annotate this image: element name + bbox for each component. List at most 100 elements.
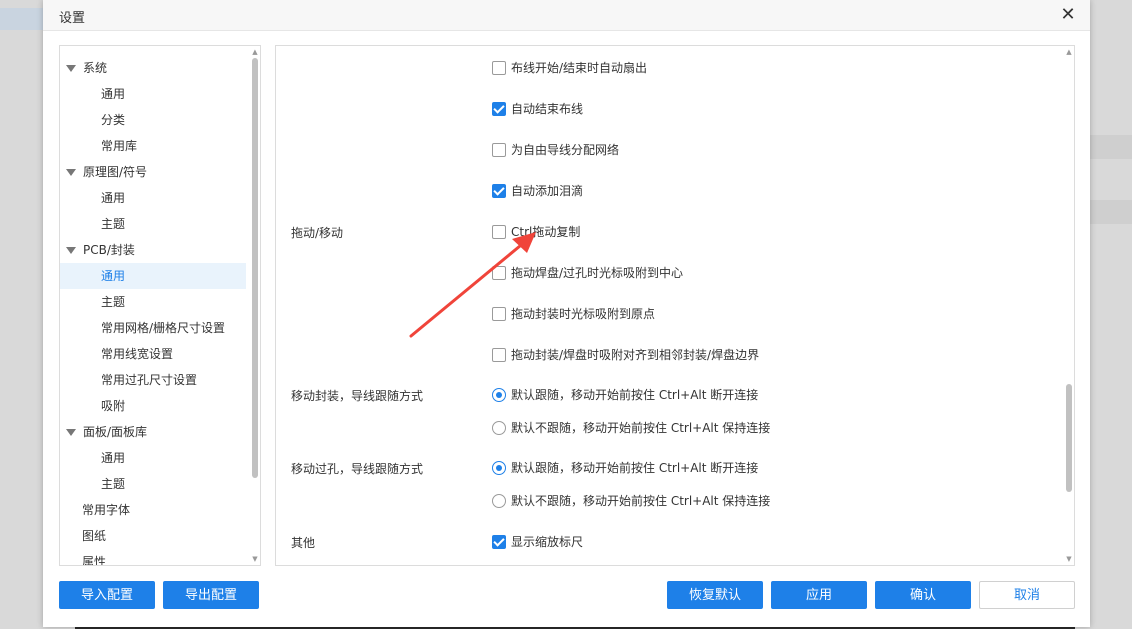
tree-item[interactable]: 常用字体 (60, 497, 246, 523)
tree-item[interactable]: 吸附 (60, 393, 246, 419)
tree-item[interactable]: 面板/面板库 (60, 419, 246, 445)
option-label: 自动添加泪滴 (511, 184, 584, 198)
tree-item[interactable]: 分类 (60, 107, 246, 133)
tree-item-label: 主题 (101, 217, 126, 231)
tree-item[interactable]: 通用 (60, 263, 246, 289)
tree-item[interactable]: 图纸 (60, 523, 246, 549)
tree-item[interactable]: 通用 (60, 185, 246, 211)
checkbox-option[interactable]: 自动结束布线 (492, 99, 583, 119)
tree-item-label: 吸附 (101, 399, 126, 413)
checkbox[interactable] (492, 142, 506, 157)
section-label: 其他 (291, 536, 316, 550)
settings-dialog: 设置 ✕ 系统 通用 分类 常用库 原理图/符号 通用 主题 PCB/封装 通用 主题 常用网格/栅… (43, 0, 1090, 627)
checkbox-option[interactable]: Ctrl拖动复制 (492, 222, 580, 242)
caret-down-icon[interactable] (66, 429, 76, 436)
option-label: 拖动封装/焊盘时吸附对齐到相邻封装/焊盘边界 (511, 348, 760, 362)
scroll-up-icon[interactable]: ▲ (251, 48, 259, 56)
radio-button[interactable] (492, 387, 506, 402)
checkbox[interactable] (492, 265, 506, 280)
checkbox-option[interactable]: 拖动封装时光标吸附到原点 (492, 304, 655, 324)
tree-item[interactable]: 通用 (60, 81, 246, 107)
option-label: 拖动封装时光标吸附到原点 (511, 307, 656, 321)
caret-down-icon[interactable] (66, 169, 76, 176)
checkbox-option[interactable]: 自动添加泪滴 (492, 181, 583, 201)
tree-item[interactable]: 通用 (60, 445, 246, 471)
option-label: 默认跟随，移动开始前按住 Ctrl+Alt 断开连接 (511, 461, 759, 475)
settings-tree-panel: 系统 通用 分类 常用库 原理图/符号 通用 主题 PCB/封装 通用 主题 常用网格/栅格尺寸设置… (59, 45, 261, 566)
tree-item[interactable]: 常用库 (60, 133, 246, 159)
checkbox-option[interactable]: 显示缩放标尺 (492, 532, 583, 552)
scroll-down-icon[interactable]: ▼ (1065, 555, 1073, 563)
content-scrollbar-thumb[interactable] (1066, 384, 1072, 492)
caret-down-icon[interactable] (66, 247, 76, 254)
dialog-title: 设置 (59, 11, 86, 26)
checkbox[interactable] (492, 306, 506, 321)
radio-button[interactable] (492, 460, 506, 475)
tree-item-label: 通用 (101, 87, 126, 101)
tree-item[interactable]: 主题 (60, 211, 246, 237)
checkbox[interactable] (492, 224, 506, 239)
checkbox-option[interactable]: 拖动封装/焊盘时吸附对齐到相邻封装/焊盘边界 (492, 345, 759, 365)
checkbox[interactable] (492, 60, 506, 75)
setting-row: 自动添加泪滴 (276, 181, 1074, 201)
setting-row: 默认不跟随，移动开始前按住 Ctrl+Alt 保持连接 (276, 491, 1074, 511)
option-label: 默认不跟随，移动开始前按住 Ctrl+Alt 保持连接 (511, 421, 771, 435)
tree-item-label: 常用过孔尺寸设置 (101, 373, 198, 387)
tree-item[interactable]: 主题 (60, 471, 246, 497)
checkbox-option[interactable]: 拖动焊盘/过孔时光标吸附到中心 (492, 263, 683, 283)
option-label: 拖动焊盘/过孔时光标吸附到中心 (511, 266, 684, 280)
tree-item[interactable]: 常用线宽设置 (60, 341, 246, 367)
tree-item-label: 通用 (101, 269, 126, 283)
setting-row: 布线开始/结束时自动扇出 (276, 58, 1074, 78)
tree-item[interactable]: 常用过孔尺寸设置 (60, 367, 246, 393)
scroll-up-icon[interactable]: ▲ (1065, 48, 1073, 56)
radio-button[interactable] (492, 420, 506, 435)
checkbox-option[interactable]: 布线开始/结束时自动扇出 (492, 58, 647, 78)
tree-item-label: 系统 (83, 61, 108, 75)
scroll-down-icon[interactable]: ▼ (251, 555, 259, 563)
checkbox-option[interactable]: 为自由导线分配网络 (492, 140, 619, 160)
tree-item[interactable]: 属性 (60, 549, 246, 566)
checkbox[interactable] (492, 347, 506, 362)
tree-item[interactable]: 主题 (60, 289, 246, 315)
checkbox[interactable] (492, 183, 506, 198)
tree-item[interactable]: PCB/封装 (60, 237, 246, 263)
restore-defaults-button[interactable]: 恢复默认 (667, 581, 763, 609)
checkbox[interactable] (492, 534, 506, 549)
section-label: 移动过孔，导线跟随方式 (291, 462, 424, 476)
background-app-strip (1090, 200, 1132, 224)
radio-option[interactable]: 默认跟随，移动开始前按住 Ctrl+Alt 断开连接 (492, 385, 758, 405)
content-scrollbar[interactable]: ▲ ▼ (1065, 48, 1073, 563)
tree-item-label: 常用库 (101, 139, 138, 153)
background-app-strip (1090, 135, 1132, 159)
caret-down-icon[interactable] (66, 65, 76, 72)
close-icon[interactable]: ✕ (1058, 5, 1078, 25)
radio-option[interactable]: 默认不跟随，移动开始前按住 Ctrl+Alt 保持连接 (492, 491, 770, 511)
tree-item[interactable]: 系统 (60, 55, 246, 81)
setting-row: 其他 显示缩放标尺 (276, 532, 1074, 552)
background-app-strip (0, 8, 44, 30)
apply-button[interactable]: 应用 (771, 581, 867, 609)
tree-item-label: 属性 (82, 555, 107, 566)
tree-item-label: PCB/封装 (83, 243, 135, 257)
export-config-button[interactable]: 导出配置 (163, 581, 259, 609)
tree-scrollbar[interactable]: ▲ ▼ (251, 48, 259, 563)
tree-item-label: 原理图/符号 (83, 165, 148, 179)
tree-item-label: 主题 (101, 477, 126, 491)
radio-option[interactable]: 默认跟随，移动开始前按住 Ctrl+Alt 断开连接 (492, 458, 758, 478)
import-config-button[interactable]: 导入配置 (59, 581, 155, 609)
section-label: 拖动/移动 (291, 226, 344, 240)
tree-item[interactable]: 原理图/符号 (60, 159, 246, 185)
cancel-button[interactable]: 取消 (979, 581, 1075, 609)
tree-item[interactable]: 常用网格/栅格尺寸设置 (60, 315, 246, 341)
radio-option[interactable]: 默认不跟随，移动开始前按住 Ctrl+Alt 保持连接 (492, 418, 770, 438)
radio-button[interactable] (492, 493, 506, 508)
section-label: 移动封装，导线跟随方式 (291, 389, 424, 403)
tree-item-label: 通用 (101, 191, 126, 205)
checkbox[interactable] (492, 101, 506, 116)
tree-scrollbar-thumb[interactable] (252, 58, 258, 478)
tree-item-label: 常用网格/栅格尺寸设置 (101, 321, 226, 335)
confirm-button[interactable]: 确认 (875, 581, 971, 609)
option-label: 显示缩放标尺 (511, 535, 584, 549)
setting-row: 默认不跟随，移动开始前按住 Ctrl+Alt 保持连接 (276, 418, 1074, 438)
